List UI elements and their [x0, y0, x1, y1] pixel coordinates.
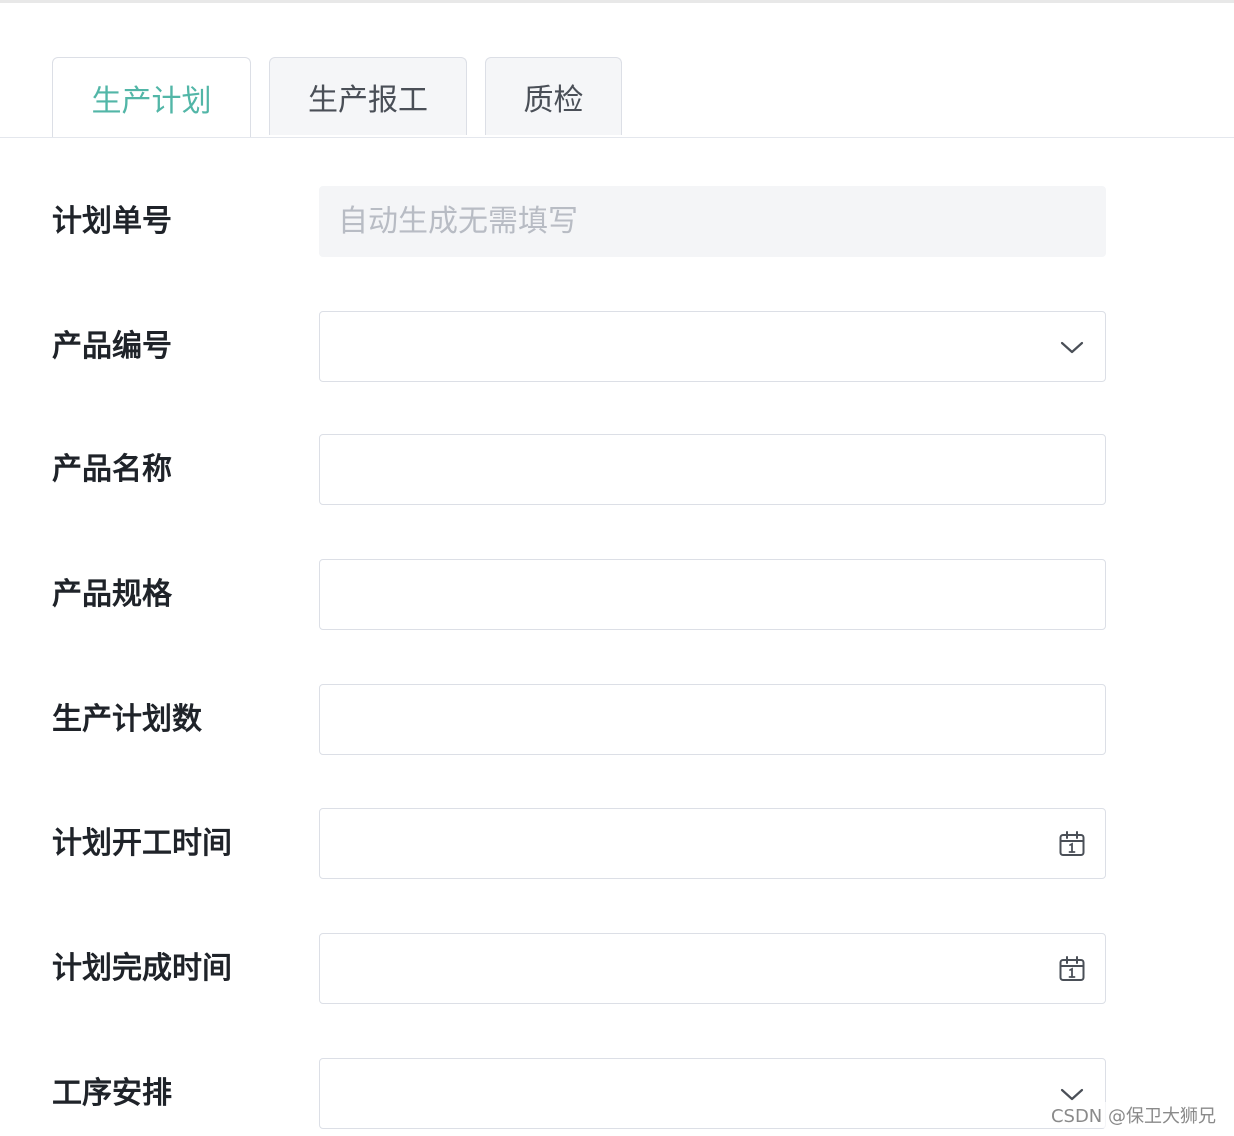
planned-start-time-label: 计划开工时间: [52, 826, 232, 861]
planned-quantity-field-wrapper: [319, 684, 1106, 755]
product-spec-input[interactable]: [320, 560, 1105, 629]
planned-quantity-input[interactable]: [320, 685, 1105, 754]
process-arrangement-select[interactable]: [319, 1058, 1106, 1129]
calendar-icon[interactable]: [1057, 954, 1087, 984]
form-row-planned-start-time: 计划开工时间: [0, 808, 1234, 879]
product-code-select[interactable]: [319, 311, 1106, 382]
product-spec-field-wrapper: [319, 559, 1106, 630]
form-row-planned-quantity: 生产计划数: [0, 684, 1234, 755]
chevron-down-icon[interactable]: [1057, 332, 1087, 362]
plan-number-input[interactable]: [320, 187, 1105, 256]
process-arrangement-input[interactable]: [320, 1059, 1105, 1128]
product-name-field-wrapper: [319, 434, 1106, 505]
tab-bar: 生产计划 生产报工 质检: [0, 57, 1234, 138]
tab-production-plan[interactable]: 生产计划: [52, 57, 251, 137]
planned-finish-time-label: 计划完成时间: [52, 951, 232, 986]
planned-finish-time-picker[interactable]: [319, 933, 1106, 1004]
form-row-product-name: 产品名称: [0, 434, 1234, 505]
product-spec-label: 产品规格: [52, 577, 172, 612]
planned-quantity-label: 生产计划数: [52, 702, 202, 737]
form-row-planned-finish-time: 计划完成时间: [0, 933, 1234, 1004]
product-name-input[interactable]: [320, 435, 1105, 504]
form-row-product-code: 产品编号: [0, 311, 1234, 382]
watermark: CSDN @保卫大狮兄: [1048, 1102, 1218, 1128]
top-divider: [0, 0, 1234, 3]
process-arrangement-label: 工序安排: [52, 1076, 172, 1111]
form-row-plan-number: 计划单号: [0, 186, 1234, 257]
plan-number-label: 计划单号: [52, 204, 172, 239]
planned-start-time-input[interactable]: [320, 809, 1105, 878]
product-code-input[interactable]: [320, 312, 1105, 381]
tab-production-report[interactable]: 生产报工: [269, 57, 467, 135]
form-row-product-spec: 产品规格: [0, 559, 1234, 630]
planned-start-time-picker[interactable]: [319, 808, 1106, 879]
plan-number-field-wrapper: [319, 186, 1106, 257]
calendar-icon[interactable]: [1057, 829, 1087, 859]
product-code-label: 产品编号: [52, 329, 172, 364]
product-name-label: 产品名称: [52, 452, 172, 487]
planned-finish-time-input[interactable]: [320, 934, 1105, 1003]
tab-quality-inspection[interactable]: 质检: [485, 57, 622, 135]
